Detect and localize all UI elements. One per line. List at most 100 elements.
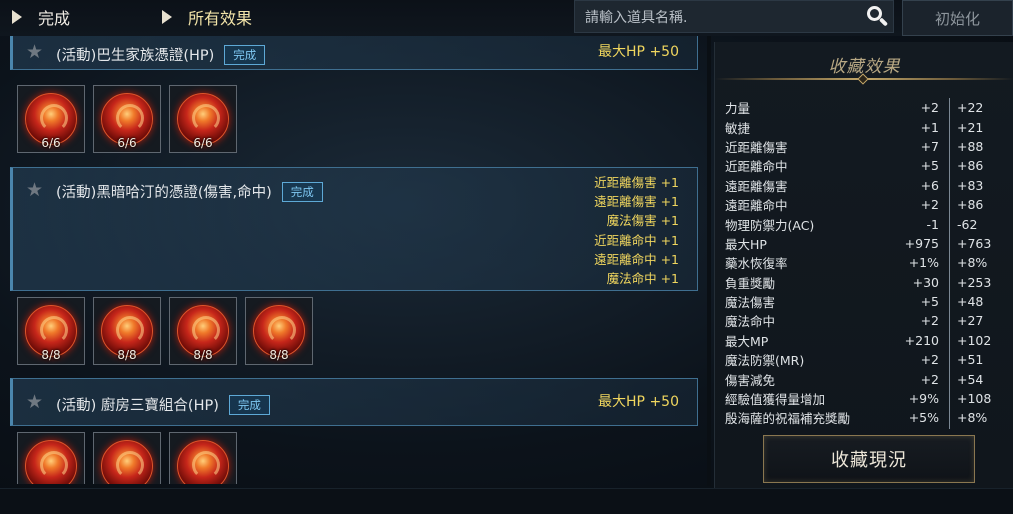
- item-count: 6/6: [117, 136, 137, 150]
- stat-row: 殷海薩的消耗量降低-3%3%: [725, 427, 1010, 429]
- collection-items: [17, 432, 237, 484]
- stat-name: 遠距離傷害: [725, 178, 788, 194]
- stat-name: 近距離傷害: [725, 139, 788, 155]
- top-bar: 完成 所有效果 請輸入道具名稱. 初始化: [0, 0, 1013, 36]
- stat-name: 力量: [725, 101, 751, 117]
- item-count: 8/8: [117, 348, 137, 362]
- stat-value-current: +1%: [908, 255, 939, 271]
- item-slot[interactable]: [17, 432, 85, 484]
- item-slot[interactable]: 8/8: [93, 297, 161, 365]
- stat-value-total: +8%: [957, 255, 988, 271]
- stat-value-current: +975: [904, 235, 939, 251]
- collection-status-button[interactable]: 收藏現況: [763, 435, 975, 483]
- collection-effects: 近距離傷害 +1 遠距離傷害 +1 魔法傷害 +1 近距離命中 +1 遠距離命中…: [594, 173, 679, 288]
- stat-row: 殷海薩的祝福補充獎勵 +5% +8%: [725, 408, 1010, 428]
- favorite-star-icon[interactable]: ★: [26, 41, 43, 63]
- stat-value-current: +2: [920, 352, 939, 368]
- filter-all-effects-tab[interactable]: 所有效果: [162, 0, 252, 34]
- collection-name: (活動)巴生家族憑證(HP) 完成: [56, 44, 266, 65]
- reset-button[interactable]: 初始化: [902, 0, 1013, 36]
- stat-value-total: +102: [957, 332, 992, 348]
- item-count: 8/8: [269, 348, 289, 362]
- item-slot[interactable]: 8/8: [245, 297, 313, 365]
- collection-entry[interactable]: ★ (活動) 廚房三寶組合(HP) 完成 最大HP +50: [10, 378, 698, 426]
- stat-value-total: +27: [957, 313, 984, 329]
- effect-line: 近距離傷害 +1: [594, 175, 679, 190]
- effect-line: 魔法傷害 +1: [606, 213, 679, 229]
- stat-name: 遠距離命中: [725, 198, 788, 214]
- favorite-star-icon[interactable]: ★: [26, 391, 43, 413]
- stat-name: 最大MP: [725, 333, 769, 349]
- stat-value-current: -1: [926, 216, 939, 232]
- stat-name: 經驗值獲得量增加: [725, 392, 826, 408]
- stat-separator: [949, 427, 950, 429]
- stat-value-total: +86: [957, 197, 984, 213]
- item-slot[interactable]: [169, 432, 237, 484]
- stat-name: 魔法傷害: [725, 295, 776, 311]
- effect-line: 遠距離傷害 +1: [594, 194, 679, 210]
- stat-value-current: +2: [920, 371, 939, 387]
- stat-row: 遠距離命中 +2 +86: [725, 194, 1010, 215]
- stat-value-current: +2: [920, 100, 939, 116]
- filter-completed-tab[interactable]: 完成: [12, 0, 70, 34]
- stat-value-total: +763: [957, 235, 992, 251]
- play-arrow-icon: [162, 10, 172, 24]
- stat-value-total: +88: [957, 138, 984, 154]
- stat-value-current: +5: [920, 294, 939, 310]
- stat-row: 最大HP +975 +763: [725, 233, 1010, 254]
- stat-name: 物理防禦力(AC): [725, 217, 815, 233]
- stat-row: 最大MP +210 +102: [725, 330, 1010, 351]
- search-icon[interactable]: [863, 2, 893, 32]
- stat-value-current: +7: [920, 138, 939, 154]
- stat-value-current: +2: [920, 313, 939, 329]
- item-slot[interactable]: 6/6: [169, 85, 237, 153]
- stat-value-current: +5%: [908, 410, 939, 426]
- favorite-star-icon[interactable]: ★: [26, 179, 43, 201]
- stat-name: 最大HP: [725, 236, 767, 252]
- item-count: 6/6: [41, 136, 61, 150]
- item-orb-icon: [177, 440, 229, 484]
- item-slot[interactable]: [93, 432, 161, 484]
- stat-value-total: +108: [957, 391, 992, 407]
- stat-value-total: +253: [957, 274, 992, 290]
- filter-completed-label: 完成: [38, 9, 71, 28]
- stat-value-current: +30: [912, 274, 939, 290]
- item-orb-icon: [25, 440, 77, 484]
- stat-row: 負重獎勵 +30 +253: [725, 272, 1010, 292]
- stat-name: 藥水恢復率: [725, 256, 788, 272]
- item-slot[interactable]: 6/6: [93, 85, 161, 153]
- item-count: 8/8: [41, 348, 61, 362]
- stat-name: 魔法命中: [725, 314, 776, 330]
- effect-line: 魔法命中 +1: [606, 271, 679, 287]
- collection-entry[interactable]: ★ (活動)巴生家族憑證(HP) 完成 最大HP +50: [10, 36, 698, 70]
- item-slot[interactable]: 8/8: [169, 297, 237, 365]
- collection-list[interactable]: ★ (活動)巴生家族憑證(HP) 完成 最大HP +50 6/6 6/6 6/6 …: [0, 36, 706, 484]
- stat-name: 魔法防禦(MR): [725, 353, 805, 369]
- stat-value-current: +6: [920, 177, 939, 193]
- effect-line: 近距離命中 +1: [594, 232, 679, 248]
- stat-value-total: +86: [957, 158, 984, 174]
- item-search-input[interactable]: 請輸入道具名稱.: [574, 0, 894, 33]
- stat-row: 傷害減免 +2 +54: [725, 369, 1010, 389]
- stat-name: 負重獎勵: [725, 275, 776, 291]
- item-slot[interactable]: 6/6: [17, 85, 85, 153]
- completed-badge: 完成: [228, 395, 270, 415]
- stat-value-total: +21: [957, 119, 984, 135]
- item-slot[interactable]: 8/8: [17, 297, 85, 365]
- effect-line: 最大HP +50: [598, 394, 679, 410]
- collection-entry[interactable]: ★ (活動)黑暗哈汀的憑證(傷害,命中) 完成 近距離傷害 +1 遠距離傷害 +1…: [10, 167, 698, 291]
- stat-value-total: +48: [957, 294, 984, 310]
- stat-list[interactable]: 力量 +2 +22 敏捷 +1 +21 近距離傷害 +7 +88 近距離命中 +5 +86 遠距離傷害 +…: [725, 98, 1010, 429]
- stat-name: 近距離命中: [725, 159, 788, 175]
- stat-value-current: +210: [904, 332, 939, 348]
- stat-name: 傷害減免: [725, 372, 776, 388]
- completed-badge: 完成: [281, 182, 323, 202]
- panel-title: 收藏效果: [828, 57, 901, 77]
- stat-value-current: +5: [920, 158, 939, 174]
- item-orb-icon: [101, 440, 153, 484]
- stat-value-total: +54: [957, 371, 984, 387]
- stat-row: 物理防禦力(AC) -1 -62: [725, 214, 1010, 234]
- effect-line: 最大HP +50: [598, 44, 679, 60]
- bottom-strip: [0, 488, 1013, 514]
- effect-line: 遠距離命中 +1: [594, 251, 679, 267]
